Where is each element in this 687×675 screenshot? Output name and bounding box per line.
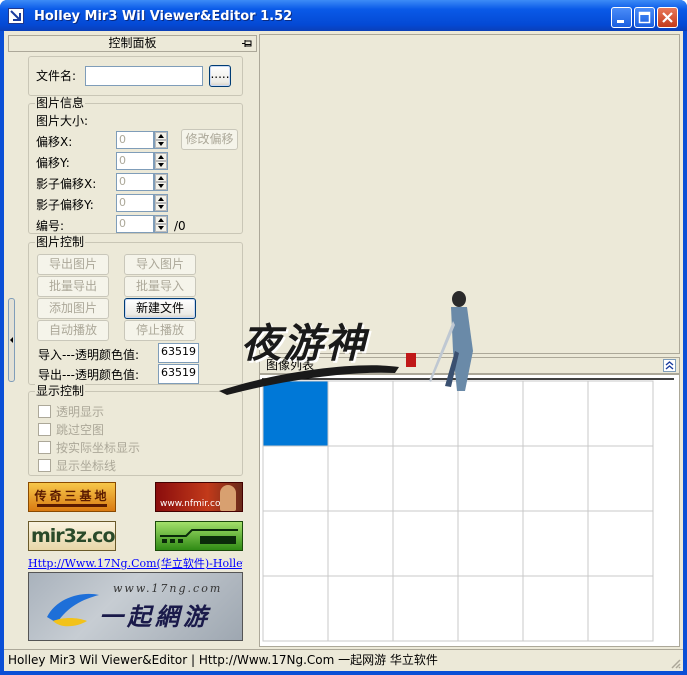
spin-up-icon[interactable] <box>155 216 167 224</box>
image-control-legend: 图片控制 <box>35 235 86 250</box>
offset-y-input[interactable]: 0 <box>116 152 154 170</box>
offset-y-label: 偏移Y: <box>36 156 70 170</box>
export-color-input[interactable]: 63519 <box>158 364 199 384</box>
batch-import-button[interactable]: 批量导入 <box>124 276 196 297</box>
thumbnail-grid[interactable] <box>260 375 679 646</box>
shadow-offset-y-label: 影子偏移Y: <box>36 198 94 212</box>
maximize-button[interactable] <box>634 7 655 28</box>
shadow-offset-y-spinner[interactable] <box>154 194 168 212</box>
control-panel-title: 控制面板 <box>108 36 157 50</box>
show-axis-label: 显示坐标线 <box>56 459 117 473</box>
shadow-offset-x-input[interactable]: 0 <box>116 173 154 191</box>
show-axis-checkbox[interactable] <box>38 459 51 472</box>
image-info-legend: 图片信息 <box>35 96 86 111</box>
stop-play-button[interactable]: 停止播放 <box>124 320 196 341</box>
export-color-label: 导出---透明颜色值: <box>38 368 140 382</box>
offset-y-spinner[interactable] <box>154 152 168 170</box>
spin-down-icon[interactable] <box>155 182 167 190</box>
spin-up-icon[interactable] <box>155 195 167 203</box>
browse-file-button[interactable]: ..... <box>209 65 231 87</box>
17ng-banner[interactable]: www.17ng.com 一起網游 <box>28 572 243 641</box>
double-chevron-up-icon <box>665 361 674 370</box>
17ng-domain-text: www.17ng.com <box>113 582 223 595</box>
transparent-display-checkbox[interactable] <box>38 405 51 418</box>
offset-x-input[interactable]: 0 <box>116 131 154 149</box>
actual-coords-checkbox[interactable] <box>38 441 51 454</box>
collapse-list-button[interactable] <box>663 359 676 372</box>
spin-up-icon[interactable] <box>155 153 167 161</box>
actual-coords-label: 按实际坐标显示 <box>56 441 141 455</box>
green-banner[interactable] <box>155 521 243 551</box>
close-button[interactable] <box>657 7 678 28</box>
add-image-button[interactable]: 添加图片 <box>37 298 109 319</box>
banner-stripe <box>37 504 107 507</box>
circuit-icon <box>160 529 238 544</box>
image-list-title: 图像列表 <box>266 358 315 372</box>
index-spinner[interactable] <box>154 215 168 233</box>
mir3z-banner[interactable]: mir3z.com <box>28 521 116 551</box>
collapse-arrow-icon <box>10 337 13 343</box>
17ng-banner-text: 一起網游 <box>99 603 211 631</box>
warrior-figure <box>220 485 236 511</box>
chuanqi-banner-text: 传奇三基地 <box>34 489 110 503</box>
image-control-group: 图片控制 导出图片 导入图片 批量导出 批量导入 添加图片 新建文件 自动播放 … <box>28 235 243 385</box>
file-group: 文件名: ..... <box>28 56 243 96</box>
import-color-input[interactable]: 63519 <box>158 343 199 363</box>
window-title: Holley Mir3 Wil Viewer&Editor 1.52 <box>34 9 293 24</box>
modify-offset-button[interactable]: 修改偏移 <box>181 129 238 150</box>
new-file-button[interactable]: 新建文件 <box>124 298 196 319</box>
nfmir-banner[interactable]: www.nfmir.com <box>155 482 243 512</box>
import-color-label: 导入---透明颜色值: <box>38 348 140 362</box>
app-arrow-icon[interactable] <box>8 8 24 24</box>
file-name-label: 文件名: <box>36 69 77 83</box>
control-panel-header: 控制面板 <box>8 35 257 52</box>
shadow-offset-x-label: 影子偏移X: <box>36 177 97 191</box>
shadow-offset-y-input[interactable]: 0 <box>116 194 154 212</box>
display-control-group: 显示控制 透明显示 跳过空图 按实际坐标显示 显示坐标线 <box>28 384 243 476</box>
status-bar: Holley Mir3 Wil Viewer&Editor | Http://W… <box>4 649 683 671</box>
homepage-link[interactable]: Http://Www.17Ng.Com(华立软件)-Holley <box>28 555 243 571</box>
image-list-area[interactable] <box>259 374 680 647</box>
offset-x-label: 偏移X: <box>36 135 73 149</box>
index-input[interactable]: 0 <box>116 215 154 233</box>
spin-up-icon[interactable] <box>155 174 167 182</box>
skip-empty-checkbox[interactable] <box>38 423 51 436</box>
resize-grip-icon[interactable] <box>669 657 681 669</box>
spin-down-icon[interactable] <box>155 203 167 211</box>
index-total: /0 <box>174 219 186 233</box>
pin-icon[interactable] <box>241 38 253 49</box>
skip-empty-label: 跳过空图 <box>56 423 105 437</box>
mir3z-banner-text: mir3z.com <box>31 525 115 547</box>
export-image-button[interactable]: 导出图片 <box>37 254 109 275</box>
image-list-header: 图像列表 <box>259 357 680 374</box>
spin-up-icon[interactable] <box>155 132 167 140</box>
panel-collapse-handle[interactable] <box>8 298 15 382</box>
minimize-button[interactable] <box>611 7 632 28</box>
nfmir-banner-text: www.nfmir.com <box>160 499 230 509</box>
client-area: 控制面板 文件名: ..... 图片信息 图片大小: 偏移X: 0 修改偏移 偏… <box>4 31 683 671</box>
image-info-group: 图片信息 图片大小: 偏移X: 0 修改偏移 偏移Y: 0 影子偏移X: 0 影… <box>28 96 243 234</box>
image-preview-area[interactable] <box>259 34 680 354</box>
chuanqi-banner[interactable]: 传奇三基地 <box>28 482 116 512</box>
thumbnail-cell-selected[interactable] <box>263 381 328 446</box>
status-text: Holley Mir3 Wil Viewer&Editor | Http://W… <box>8 653 438 667</box>
app-window: Holley Mir3 Wil Viewer&Editor 1.52 控制面板 … <box>0 0 687 675</box>
offset-x-spinner[interactable] <box>154 131 168 149</box>
spin-down-icon[interactable] <box>155 224 167 232</box>
auto-play-button[interactable]: 自动播放 <box>37 320 109 341</box>
17ng-logo-icon <box>47 593 99 627</box>
image-size-label: 图片大小: <box>36 114 89 128</box>
import-image-button[interactable]: 导入图片 <box>124 254 196 275</box>
batch-export-button[interactable]: 批量导出 <box>37 276 109 297</box>
transparent-display-label: 透明显示 <box>56 405 105 419</box>
title-bar[interactable]: Holley Mir3 Wil Viewer&Editor 1.52 <box>0 0 687 31</box>
index-label: 编号: <box>36 219 65 233</box>
shadow-offset-x-spinner[interactable] <box>154 173 168 191</box>
display-control-legend: 显示控制 <box>35 384 86 399</box>
spin-down-icon[interactable] <box>155 140 167 148</box>
file-name-input[interactable] <box>85 66 203 86</box>
spin-down-icon[interactable] <box>155 161 167 169</box>
